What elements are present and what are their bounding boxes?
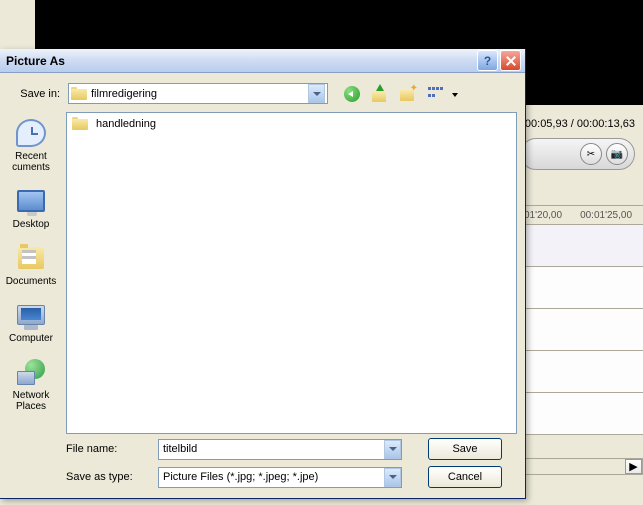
dialog-footer: File name: Save Save as type: Picture Fi… (0, 434, 525, 498)
dialog-title: Picture As (6, 54, 475, 68)
up-one-level-button[interactable] (370, 84, 390, 104)
back-button[interactable] (342, 84, 362, 104)
place-my-computer[interactable]: Computer (3, 296, 59, 347)
help-button[interactable]: ? (477, 50, 498, 71)
playback-controls: ✂ 📷 (520, 138, 635, 170)
dialog-body: Recent cuments Desktop Documents Compute… (0, 112, 525, 434)
file-name-field[interactable] (163, 443, 384, 455)
take-picture-button[interactable]: 📷 (606, 143, 628, 165)
save-as-type-value: Picture Files (*.jpg; *.jpeg; *.jpe) (163, 471, 384, 483)
network-icon (17, 359, 45, 385)
place-label: Documents (6, 276, 57, 287)
save-in-row: Save in: filmredigering (0, 73, 525, 112)
file-name-input[interactable] (158, 439, 402, 460)
file-name: handledning (96, 118, 156, 130)
timeline-track[interactable] (520, 393, 643, 435)
place-label: Network Places (13, 390, 50, 412)
place-label: Computer (9, 333, 53, 344)
place-label: Desktop (13, 219, 50, 230)
place-my-documents[interactable]: Documents (3, 239, 59, 290)
titlebar[interactable]: Picture As ? (0, 49, 525, 73)
place-recent-documents[interactable]: Recent cuments (3, 114, 59, 176)
timeline-track[interactable] (520, 309, 643, 351)
timeline-track[interactable] (520, 351, 643, 393)
save-as-type-dropdown[interactable]: Picture Files (*.jpg; *.jpeg; *.jpe) (158, 467, 402, 488)
save-button[interactable]: Save (428, 438, 502, 460)
save-in-value: filmredigering (91, 88, 308, 100)
views-dropdown-arrow[interactable] (452, 88, 458, 100)
views-menu-button[interactable] (426, 84, 446, 104)
place-desktop[interactable]: Desktop (3, 182, 59, 233)
folder-toolbar (342, 84, 458, 104)
timeline-tracks (520, 225, 643, 435)
create-new-folder-button[interactable] (398, 84, 418, 104)
dropdown-arrow-icon[interactable] (308, 84, 325, 103)
dropdown-arrow-icon[interactable] (384, 440, 401, 459)
dropdown-arrow-icon[interactable] (384, 468, 401, 487)
folder-icon (72, 117, 88, 130)
save-in-label: Save in: (8, 88, 64, 100)
cancel-button[interactable]: Cancel (428, 466, 502, 488)
documents-icon (18, 247, 44, 269)
save-in-dropdown[interactable]: filmredigering (68, 83, 328, 104)
timeline-track[interactable] (520, 225, 643, 267)
desktop-icon (17, 190, 45, 212)
close-button[interactable] (500, 50, 521, 71)
timeline-mark: 01'20,00 (524, 210, 562, 221)
split-clip-button[interactable]: ✂ (580, 143, 602, 165)
horizontal-scrollbar[interactable]: ▶ (520, 458, 643, 475)
recent-icon (16, 119, 46, 147)
place-my-network-places[interactable]: Network Places (3, 353, 59, 415)
file-list[interactable]: handledning (66, 112, 517, 434)
places-bar: Recent cuments Desktop Documents Compute… (0, 112, 62, 434)
place-label: Recent cuments (12, 151, 50, 173)
computer-icon (17, 305, 45, 325)
save-as-type-label: Save as type: (66, 471, 150, 483)
save-picture-dialog: Picture As ? Save in: filmredigering Rec… (0, 49, 526, 499)
folder-icon (71, 87, 87, 100)
timeline-ruler: 01'20,00 00:01'25,00 (520, 205, 643, 225)
timeline-track[interactable] (520, 267, 643, 309)
list-item[interactable]: handledning (70, 116, 513, 131)
timeline-mark: 00:01'25,00 (580, 210, 632, 221)
timecode-display: 00:00:05,93 / 00:00:13,63 (510, 118, 635, 130)
file-name-label: File name: (66, 443, 150, 455)
scroll-right-arrow[interactable]: ▶ (625, 459, 642, 474)
